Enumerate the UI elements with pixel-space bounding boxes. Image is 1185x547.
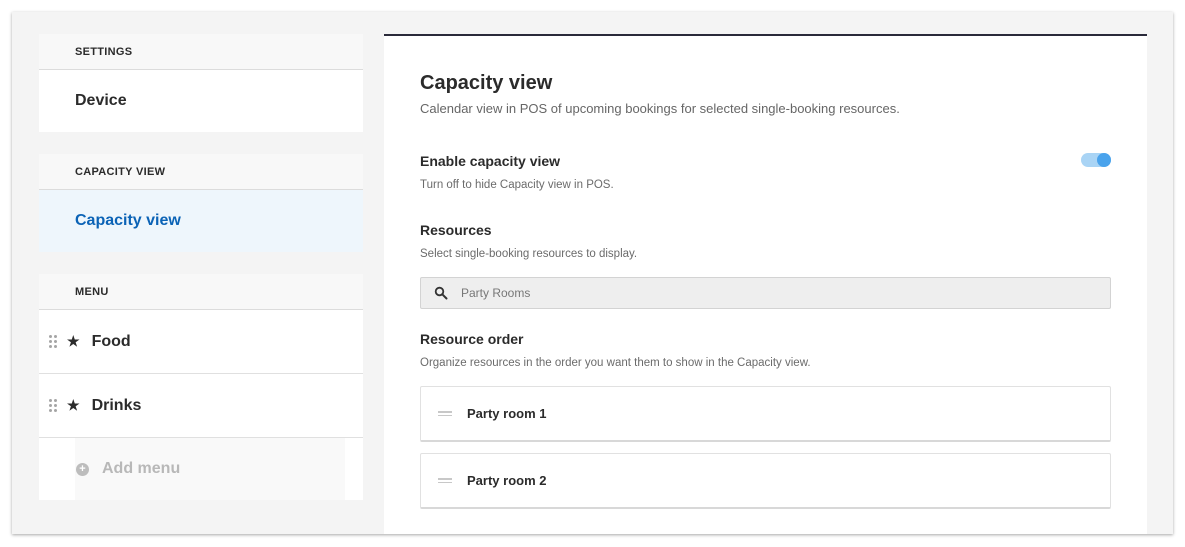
resource-order-label: Party room 2 xyxy=(467,473,547,488)
resources-title: Resources xyxy=(420,222,492,238)
menu-section-header: MENU xyxy=(39,274,363,310)
resource-order-item[interactable]: Party room 2 xyxy=(420,453,1111,509)
resources-subtitle: Select single-booking resources to displ… xyxy=(420,248,638,260)
plus-circle-icon: + xyxy=(76,462,89,476)
resource-order-label: Party room 1 xyxy=(467,406,547,421)
resource-order-item[interactable]: Party room 1 xyxy=(420,386,1111,442)
settings-section: SETTINGS Device xyxy=(39,34,363,132)
app-window: SETTINGS Device CAPACITY VIEW Capacity v… xyxy=(12,12,1173,534)
menu-item-label: Drinks xyxy=(91,396,142,414)
drag-handle-icon[interactable] xyxy=(49,398,57,413)
star-icon: ★ xyxy=(67,397,80,413)
sidebar-item-drinks[interactable]: ★ Drinks xyxy=(39,374,363,438)
drag-grip-icon[interactable] xyxy=(438,478,452,483)
capacity-section-header: CAPACITY VIEW xyxy=(39,154,363,190)
resource-order-title: Resource order xyxy=(420,331,524,347)
settings-section-header: SETTINGS xyxy=(39,34,363,70)
menu-item-label: Food xyxy=(91,332,131,350)
resource-order-subtitle: Organize resources in the order you want… xyxy=(420,357,811,369)
add-menu-row: + Add menu xyxy=(39,438,363,500)
page-description: Calendar view in POS of upcoming booking… xyxy=(420,101,900,116)
enable-capacity-title: Enable capacity view xyxy=(420,153,561,169)
sidebar-item-food[interactable]: ★ Food xyxy=(39,310,363,374)
sidebar: SETTINGS Device CAPACITY VIEW Capacity v… xyxy=(39,34,363,522)
add-menu-label: Add menu xyxy=(102,460,181,477)
search-icon xyxy=(434,286,448,300)
main-panel: Capacity view Calendar view in POS of up… xyxy=(384,34,1147,534)
resource-search xyxy=(420,277,1111,309)
capacity-section: CAPACITY VIEW Capacity view xyxy=(39,154,363,252)
drag-handle-icon[interactable] xyxy=(49,334,57,349)
toggle-knob xyxy=(1097,153,1111,167)
add-menu-button[interactable]: + Add menu xyxy=(75,438,345,500)
enable-capacity-toggle[interactable] xyxy=(1081,153,1111,167)
sidebar-item-capacity-view[interactable]: Capacity view xyxy=(39,190,363,252)
page-title: Capacity view xyxy=(420,72,553,94)
menu-section: MENU ★ Food ★ Drinks + Add menu xyxy=(39,274,363,500)
sidebar-item-device[interactable]: Device xyxy=(39,70,363,132)
resource-search-input[interactable] xyxy=(461,286,1061,300)
star-icon: ★ xyxy=(67,333,80,349)
enable-capacity-subtitle: Turn off to hide Capacity view in POS. xyxy=(420,179,614,191)
drag-grip-icon[interactable] xyxy=(438,411,452,416)
